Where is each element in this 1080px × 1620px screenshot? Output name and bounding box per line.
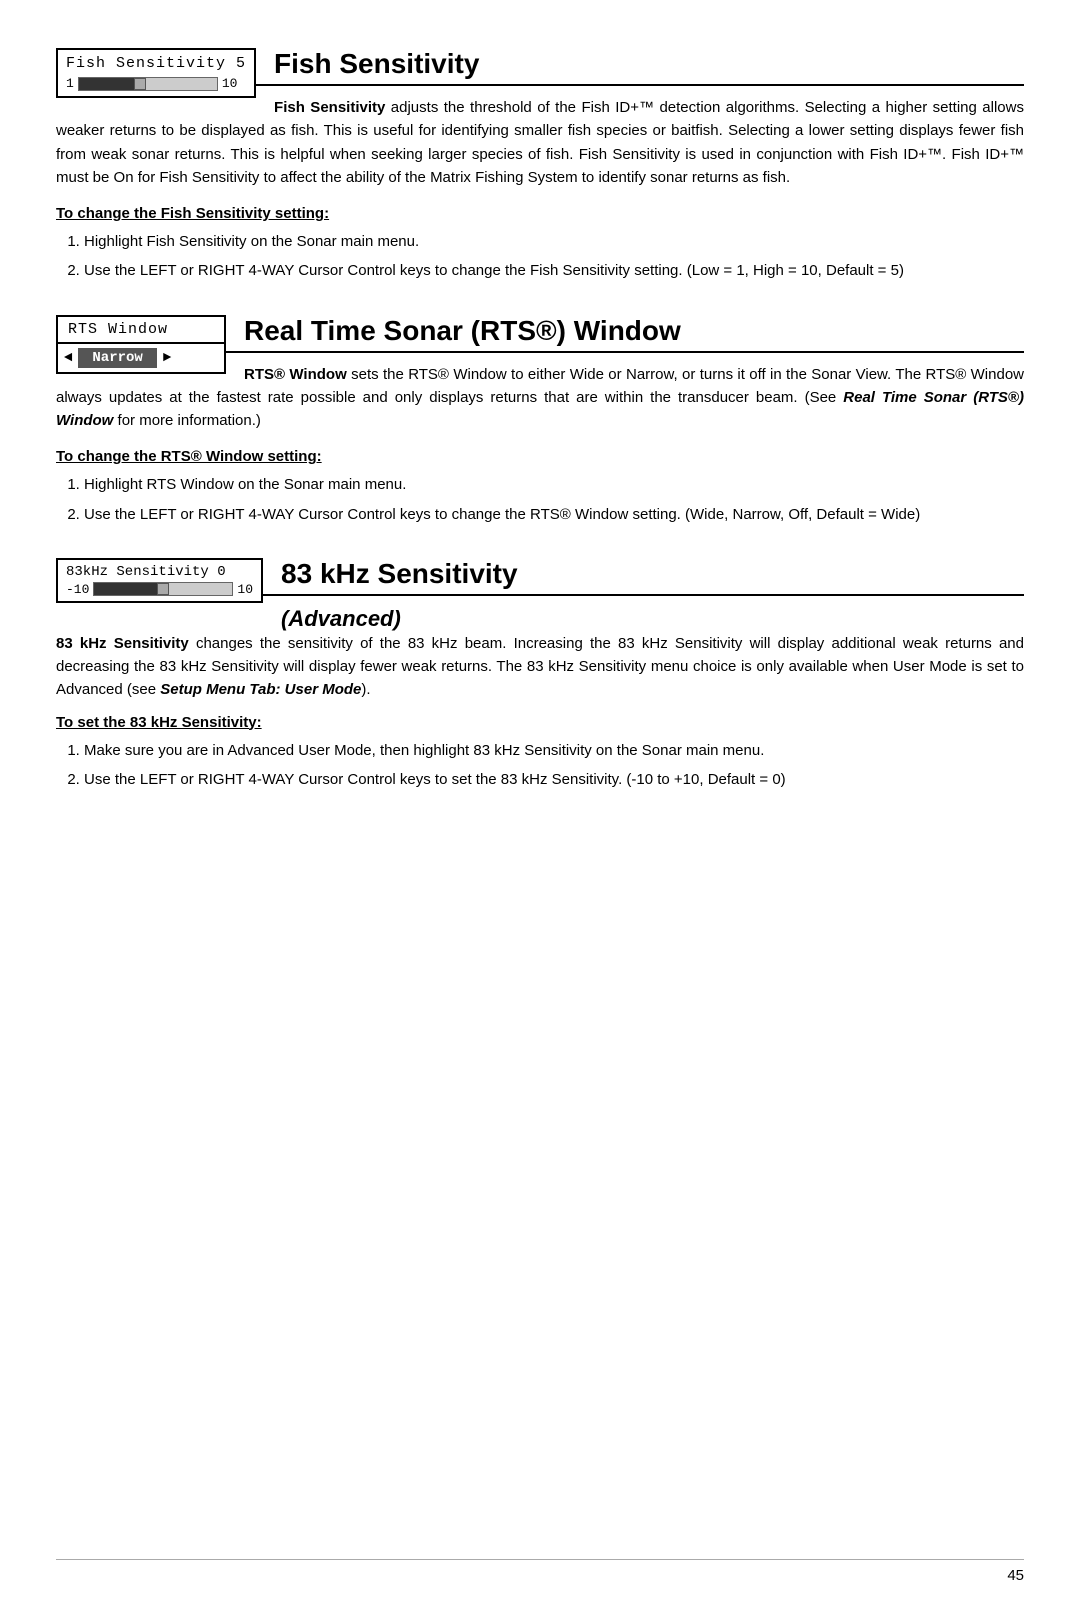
fish-step-1: Highlight Fish Sensitivity on the Sonar … [84, 230, 1024, 253]
khz-slider-max: 10 [237, 582, 253, 597]
fish-sensitivity-section: Fish Sensitivity 5 1 10 Fish Sensitivity… [56, 48, 1024, 283]
khz-widget: 83kHz Sensitivity 0 -10 10 [56, 558, 263, 603]
fish-slider-fill [79, 78, 141, 90]
rts-step-2: Use the LEFT or RIGHT 4-WAY Cursor Contr… [84, 503, 1024, 526]
page-number: 45 [1007, 1567, 1024, 1584]
khz-slider-thumb [157, 583, 169, 595]
rts-widget-title: RTS Window [58, 317, 224, 342]
rts-body-italic: Real Time Sonar (RTS®) Window [56, 389, 1024, 429]
khz-steps: Make sure you are in Advanced User Mode,… [84, 739, 1024, 792]
rts-header: RTS Window ◄ Narrow ► Real Time Sonar (R… [56, 315, 1024, 445]
khz-subheading: To set the 83 kHz Sensitivity: [56, 714, 1024, 731]
slider-max-label: 10 [222, 76, 238, 93]
khz-slider-track [93, 582, 233, 596]
fish-step-2: Use the LEFT or RIGHT 4-WAY Cursor Contr… [84, 259, 1024, 282]
rts-value: Narrow [78, 348, 156, 368]
khz-step-1: Make sure you are in Advanced User Mode,… [84, 739, 1024, 762]
khz-bold: 83 kHz Sensitivity [56, 635, 189, 652]
khz-italic: Setup Menu Tab: User Mode [160, 681, 361, 698]
rts-control-row: ◄ Narrow ► [58, 342, 224, 372]
fish-sensitivity-steps: Highlight Fish Sensitivity on the Sonar … [84, 230, 1024, 283]
khz-sensitivity-section: 83kHz Sensitivity 0 -10 10 83 kHz Sensit… [56, 558, 1024, 791]
rts-bold: RTS® Window [244, 366, 347, 383]
fish-sensitivity-header: Fish Sensitivity 5 1 10 Fish Sensitivity… [56, 48, 1024, 201]
rts-left-arrow: ◄ [64, 350, 72, 366]
khz-header: 83kHz Sensitivity 0 -10 10 83 kHz Sensit… [56, 558, 1024, 632]
fish-sensitivity-widget: Fish Sensitivity 5 1 10 [56, 48, 256, 98]
fish-slider-track [78, 77, 218, 91]
rts-widget: RTS Window ◄ Narrow ► [56, 315, 226, 374]
fish-sensitivity-body: Fish Sensitivity adjusts the threshold o… [56, 96, 1024, 189]
slider-min-label: 1 [66, 76, 74, 93]
khz-widget-title: 83kHz Sensitivity 0 [66, 564, 253, 580]
fish-sensitivity-bold: Fish Sensitivity [274, 99, 385, 116]
fish-sensitivity-subheading: To change the Fish Sensitivity setting: [56, 205, 1024, 222]
bottom-rule [56, 1559, 1024, 1560]
rts-right-arrow: ► [163, 350, 171, 366]
rts-window-section: RTS Window ◄ Narrow ► Real Time Sonar (R… [56, 315, 1024, 526]
rts-steps: Highlight RTS Window on the Sonar main m… [84, 473, 1024, 526]
khz-advanced-label: (Advanced) [56, 606, 1024, 632]
fish-widget-title: Fish Sensitivity 5 [66, 54, 246, 74]
rts-subheading: To change the RTS® Window setting: [56, 448, 1024, 465]
khz-step-2: Use the LEFT or RIGHT 4-WAY Cursor Contr… [84, 768, 1024, 791]
khz-slider-fill [94, 583, 163, 595]
rts-step-1: Highlight RTS Window on the Sonar main m… [84, 473, 1024, 496]
fish-slider-thumb [134, 78, 146, 90]
khz-slider-min: -10 [66, 582, 89, 597]
khz-body: 83 kHz Sensitivity changes the sensitivi… [56, 632, 1024, 702]
